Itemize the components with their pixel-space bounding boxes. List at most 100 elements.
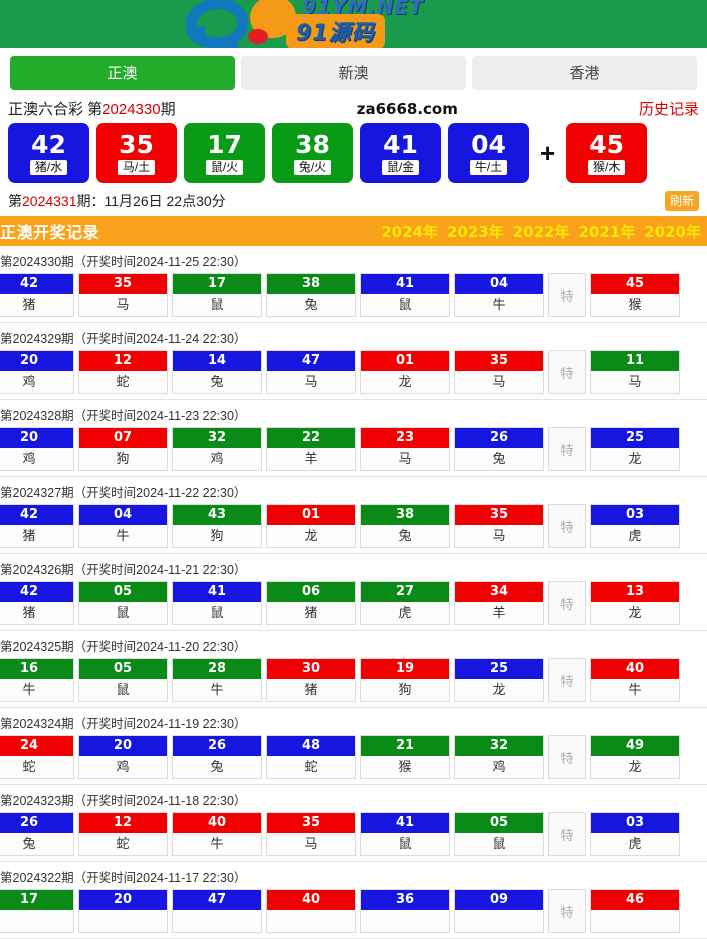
result-row-cells: 42 猪 04 牛 43 狗 01 龙 38 兔 35 马特 03 虎: [0, 504, 707, 553]
result-number: 06: [267, 582, 355, 602]
result-row: 第2024322期（开奖时间2024-11-17 22:30） 17 20 47 40 3…: [0, 862, 707, 939]
tab-xinao[interactable]: 新澳: [241, 56, 466, 90]
result-cell: 12 蛇: [78, 812, 168, 856]
result-zodiac: 鼠: [361, 294, 449, 316]
result-number: 38: [361, 505, 449, 525]
special-column-label: 特: [548, 350, 586, 394]
result-row-cells: 24 蛇 20 鸡 26 兔 48 蛇 21 猴 32 鸡特 49 龙: [0, 735, 707, 784]
result-cell: 16 牛: [0, 658, 74, 702]
history-section-bar: 正澳开奖记录 2024年 2023年 2022年 2021年 2020年: [0, 216, 707, 246]
result-row: 第2024329期（开奖时间2024-11-24 22:30） 20 鸡 12 蛇 14 兔…: [0, 323, 707, 400]
result-cell: 40: [266, 889, 356, 933]
result-zodiac: 兔: [267, 294, 355, 316]
result-number: 32: [173, 428, 261, 448]
result-zodiac: 鼠: [79, 602, 167, 624]
result-zodiac: 龙: [267, 525, 355, 547]
result-number: 12: [79, 351, 167, 371]
result-number: 42: [0, 582, 73, 602]
result-cell: 38 兔: [360, 504, 450, 548]
logo-dot-icon: [248, 29, 268, 44]
result-row-header: 第2024326期（开奖时间2024-11-21 22:30）: [0, 563, 247, 577]
history-record-link[interactable]: 历史记录: [639, 98, 699, 119]
result-number: 40: [173, 813, 261, 833]
special-column-label: 特: [548, 504, 586, 548]
year-link-2021[interactable]: 2021年: [579, 221, 636, 242]
result-zodiac: 龙: [361, 371, 449, 393]
result-cell: 26 兔: [0, 812, 74, 856]
result-number: 26: [455, 428, 543, 448]
result-cell: 13 龙: [590, 581, 680, 625]
result-number: 43: [173, 505, 261, 525]
logo-graphic: 91YM.NET 91源码: [176, 0, 526, 48]
result-row: 第2024323期（开奖时间2024-11-18 22:30） 26 兔 12 蛇 40 牛…: [0, 785, 707, 862]
result-row-cells: 42 猪 35 马 17 鼠 38 兔 41 鼠 04 牛特 45 猴: [0, 273, 707, 322]
result-number: 20: [79, 890, 167, 910]
result-cell: 47: [172, 889, 262, 933]
result-row: 第2024326期（开奖时间2024-11-21 22:30） 42 猪 05 鼠 41 鼠…: [0, 554, 707, 631]
result-cell: 06 猪: [266, 581, 356, 625]
next-draw-row: 第2024331期：11月26日 22点30分 刷新: [0, 187, 707, 216]
year-link-2022[interactable]: 2022年: [513, 221, 570, 242]
result-row-header: 第2024330期（开奖时间2024-11-25 22:30）: [0, 255, 247, 269]
result-zodiac: 兔: [361, 525, 449, 547]
current-draw-issue: 2024330: [102, 101, 161, 118]
special-ball-tag: 猴/木: [588, 159, 626, 175]
result-number: 26: [173, 736, 261, 756]
result-cell: 27 虎: [360, 581, 450, 625]
result-number: 47: [173, 890, 261, 910]
special-column-label: 特: [548, 581, 586, 625]
history-results-list: 第2024330期（开奖时间2024-11-25 22:30） 42 猪 35 马 17 鼠…: [0, 246, 707, 939]
result-number: 41: [173, 582, 261, 602]
tab-xianggang[interactable]: 香港: [472, 56, 697, 90]
result-cell: 43 狗: [172, 504, 262, 548]
result-cell: 49 龙: [590, 735, 680, 779]
result-number: 34: [455, 582, 543, 602]
result-special-zodiac: 虎: [591, 833, 679, 855]
result-row-header: 第2024325期（开奖时间2024-11-20 22:30）: [0, 640, 247, 654]
result-special-number: 25: [591, 428, 679, 448]
result-cell: 35 马: [266, 812, 356, 856]
site-logo-banner: 91YM.NET 91源码: [0, 0, 707, 48]
result-number: 05: [79, 582, 167, 602]
ball-tag: 马/土: [117, 159, 156, 175]
result-cell: 03 虎: [590, 812, 680, 856]
result-cell: 35 马: [454, 350, 544, 394]
result-zodiac: 马: [79, 294, 167, 316]
result-number: 17: [0, 890, 73, 910]
result-special-number: 40: [591, 659, 679, 679]
result-number: 17: [173, 274, 261, 294]
ball-tag: 猪/水: [29, 159, 68, 175]
ball-number: 17: [207, 129, 242, 159]
result-zodiac: [267, 910, 355, 932]
result-zodiac: 猪: [0, 294, 73, 316]
result-cell: 20 鸡: [78, 735, 168, 779]
year-link-2024[interactable]: 2024年: [381, 221, 438, 242]
result-row-header: 第2024322期（开奖时间2024-11-17 22:30）: [0, 871, 247, 885]
ball-tag: 鼠/金: [381, 159, 420, 175]
result-row-header: 第2024324期（开奖时间2024-11-19 22:30）: [0, 717, 247, 731]
refresh-button[interactable]: 刷新: [664, 191, 699, 211]
result-cell: 42 猪: [0, 273, 74, 317]
result-cell: 14 兔: [172, 350, 262, 394]
result-special-zodiac: 虎: [591, 525, 679, 547]
result-row: 第2024327期（开奖时间2024-11-22 22:30） 42 猪 04 牛 43 狗…: [0, 477, 707, 554]
result-cell: 07 狗: [78, 427, 168, 471]
result-zodiac: 鸡: [0, 448, 73, 470]
result-number: 30: [267, 659, 355, 679]
result-zodiac: 鼠: [455, 833, 543, 855]
result-number: 38: [267, 274, 355, 294]
result-number: 19: [361, 659, 449, 679]
ball-tag: 牛/土: [469, 159, 508, 175]
result-number: 27: [361, 582, 449, 602]
tab-zhengao[interactable]: 正澳: [10, 56, 235, 90]
result-cell: 05 鼠: [78, 581, 168, 625]
result-number: 04: [79, 505, 167, 525]
ball-number: 41: [383, 129, 418, 159]
result-number: 25: [455, 659, 543, 679]
result-zodiac: 鼠: [173, 602, 261, 624]
result-row: 第2024328期（开奖时间2024-11-23 22:30） 20 鸡 07 狗 32 鸡…: [0, 400, 707, 477]
year-link-2020[interactable]: 2020年: [644, 221, 701, 242]
result-zodiac: 猪: [267, 602, 355, 624]
result-cell: 20 鸡: [0, 350, 74, 394]
year-link-2023[interactable]: 2023年: [447, 221, 504, 242]
